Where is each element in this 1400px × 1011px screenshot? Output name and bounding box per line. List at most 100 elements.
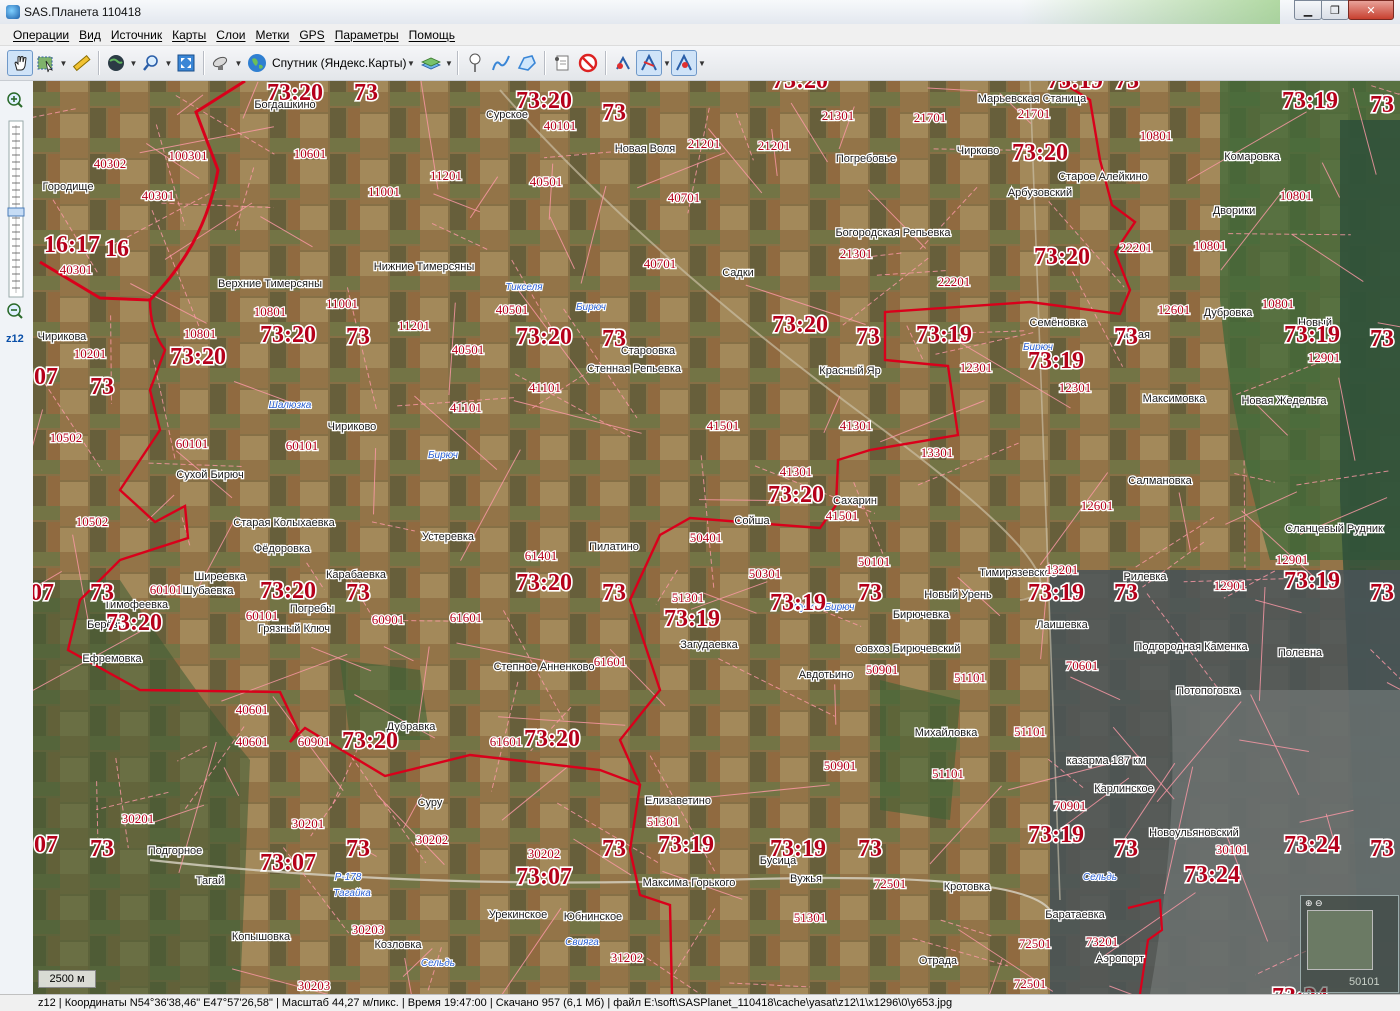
map-view[interactable]: ТикселяБирючБирючШалюзкаБирючСухой Бирюч… (33, 81, 1400, 994)
river-label: Шалюзка (269, 400, 312, 411)
move-tool-button[interactable] (7, 50, 33, 76)
zoom-slider-thumb[interactable] (8, 208, 24, 216)
layers-button[interactable] (418, 50, 444, 76)
gps-center-button[interactable] (671, 50, 697, 76)
zoom-out-button[interactable] (8, 304, 22, 318)
status-downloaded: Скачано 957 (6,1 Мб) (496, 997, 605, 1009)
gps-track-button[interactable] (636, 50, 662, 76)
menu-layers[interactable]: Слои (211, 28, 250, 42)
globe-source-button[interactable] (103, 50, 129, 76)
place-label: Урекинское (489, 909, 547, 921)
place-label: Чирково (957, 145, 1000, 157)
place-label: Арбузовский (1008, 187, 1072, 199)
menu-view[interactable]: Вид (74, 28, 106, 42)
menu-gps[interactable]: GPS (294, 28, 329, 42)
parcel-number-label: 61601 (490, 734, 523, 749)
zoom-level-label: z12 (6, 333, 24, 345)
parcel-number-label: 40501 (452, 342, 485, 357)
parcel-number-label: 60901 (372, 612, 405, 627)
globe-source-dropdown[interactable]: ▼ (129, 59, 138, 68)
parcel-number-label: 10601 (294, 146, 327, 161)
place-label: Елизаветино (645, 795, 711, 807)
parcel-number-label: 11001 (368, 184, 400, 199)
district-code-label: 73:19 (916, 322, 972, 348)
place-label: Погребы (290, 603, 334, 615)
minimize-button[interactable]: ▁ (1294, 0, 1322, 20)
place-label: Семёновка (1030, 317, 1088, 329)
district-code-label: 73:20 (170, 344, 226, 370)
parcel-number-label: 21701 (1018, 106, 1051, 121)
fullscreen-icon (176, 53, 196, 73)
district-code-label: 73 (1114, 324, 1138, 350)
parcel-number-label: 60101 (246, 608, 279, 623)
place-label: Чирикова (38, 331, 88, 343)
district-code-label: 73:19 (658, 832, 714, 858)
satellite-dish-dropdown[interactable]: ▼ (234, 59, 243, 68)
district-code-label: 73 (602, 326, 626, 352)
pin-icon (466, 52, 484, 74)
map-type-dropdown-arrow: ▼ (406, 59, 415, 68)
place-label: Грязный Ключ (258, 623, 330, 635)
minimap-view[interactable] (1307, 910, 1373, 970)
zoom-search-dropdown[interactable]: ▼ (164, 59, 173, 68)
place-label: Аэропорт (1096, 953, 1144, 965)
parcel-number-label: 60101 (176, 436, 209, 451)
district-code-label: 73 (1114, 580, 1138, 606)
district-code-label: 73:20 (1012, 140, 1068, 166)
place-label: Сойша (734, 515, 770, 527)
district-code-label: 73:19 (1028, 580, 1084, 606)
add-polygon-button[interactable] (514, 50, 540, 76)
menu-settings[interactable]: Параметры (330, 28, 404, 42)
layers-dropdown[interactable]: ▼ (444, 59, 453, 68)
parcel-number-label: 21301 (822, 108, 855, 123)
district-code-label: 73:20 (1034, 244, 1090, 270)
menu-help[interactable]: Помощь (404, 28, 460, 42)
place-label: Дубровка (1204, 307, 1254, 319)
add-path-button[interactable] (488, 50, 514, 76)
map-type-label: Спутник (Яндекс.Карты) (272, 56, 406, 70)
ruler-button[interactable] (68, 50, 94, 76)
zoom-search-button[interactable] (138, 50, 164, 76)
gps-track-dropdown[interactable]: ▼ (662, 59, 671, 68)
polygon-icon (516, 53, 538, 73)
menu-marks[interactable]: Метки (250, 28, 294, 42)
fullscreen-button[interactable] (173, 50, 199, 76)
close-button[interactable]: ✕ (1348, 0, 1394, 20)
place-label: Нижние Тимерсяны (374, 261, 475, 273)
minimap-controls[interactable]: ⊕ ⊖ (1305, 898, 1323, 909)
river-label: Сельдь (421, 958, 455, 969)
parcel-number-label: 30203 (298, 978, 331, 993)
marks-manager-button[interactable] (549, 50, 575, 76)
zoom-in-button[interactable] (8, 93, 22, 107)
select-region-button[interactable] (33, 50, 59, 76)
add-placemark-button[interactable] (462, 50, 488, 76)
satellite-dish-button[interactable] (208, 50, 234, 76)
maximize-button[interactable]: ❐ (1321, 0, 1349, 20)
place-label: Фёдоровка (254, 543, 311, 555)
parcel-number-label: 11001 (326, 296, 358, 311)
parcel-number-label: 100301 (169, 148, 208, 163)
parcel-number-label: 40701 (668, 190, 701, 205)
district-code-label: 73 (1370, 92, 1394, 118)
gps-center-dropdown[interactable]: ▼ (697, 59, 706, 68)
district-code-label: 07 (34, 832, 58, 858)
map-type-selector[interactable]: Спутник (Яндекс.Карты) ▼ (243, 52, 418, 74)
district-code-label: 73:19 (1047, 81, 1103, 94)
district-code-label: 73 (90, 580, 114, 606)
menu-maps[interactable]: Карты (167, 28, 211, 42)
district-code-label: 73 (858, 580, 882, 606)
menu-operations[interactable]: Операции (8, 28, 74, 42)
select-region-dropdown[interactable]: ▼ (59, 59, 68, 68)
gps-connect-button[interactable] (610, 50, 636, 76)
place-label: Баратаевка (1045, 909, 1105, 921)
parcel-number-label: 12301 (1059, 380, 1092, 395)
map-canvas[interactable]: ТикселяБирючБирючШалюзкаБирючСухой Бирюч… (33, 81, 1400, 994)
parcel-number-label: 50401 (690, 530, 723, 545)
place-label: Сахарин (833, 495, 877, 507)
place-label: Подгорное (148, 845, 203, 857)
menu-source[interactable]: Источник (106, 28, 167, 42)
place-label: Максимовка (1143, 393, 1207, 405)
hide-marks-button[interactable] (575, 50, 601, 76)
parcel-number-label: 40301 (60, 262, 93, 277)
minimap[interactable]: ⊕ ⊖ 50101 (1300, 895, 1399, 993)
